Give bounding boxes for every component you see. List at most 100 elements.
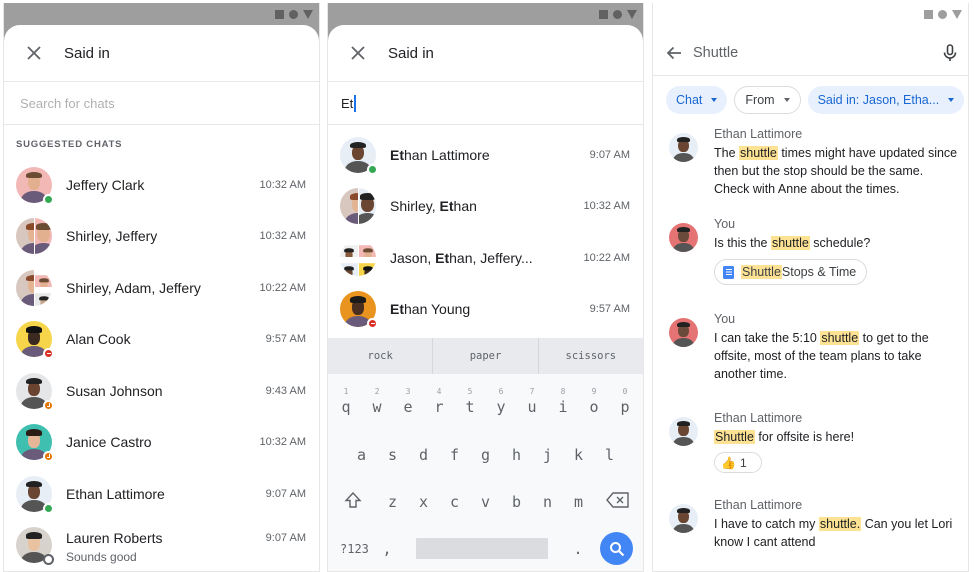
key-d[interactable]: d — [408, 446, 439, 464]
key-y[interactable]: 6y — [486, 386, 517, 416]
suggestion-2[interactable]: scissors — [539, 338, 643, 374]
key-number-hint: 9 — [591, 387, 597, 396]
key-z[interactable]: z — [377, 493, 408, 511]
key-b[interactable]: b — [501, 493, 532, 511]
keyboard-row-4: ?123 , . — [328, 532, 643, 565]
home-icon — [938, 10, 947, 19]
key-v[interactable]: v — [470, 493, 501, 511]
search-query[interactable]: Shuttle — [693, 45, 932, 61]
avatar — [16, 166, 54, 205]
key-j[interactable]: j — [532, 446, 563, 464]
back-button[interactable] — [655, 33, 693, 73]
reaction-count: 1 — [739, 455, 747, 470]
search-results-panel: Shuttle Chat From Said in: Jason, Etha..… — [652, 3, 969, 572]
message-text: I have to catch my shuttle. Can you let … — [714, 515, 958, 551]
key-c[interactable]: c — [439, 493, 470, 511]
symbols-key[interactable]: ?123 — [340, 542, 376, 556]
key-s[interactable]: s — [377, 446, 408, 464]
backspace-icon — [606, 492, 629, 508]
chat-list-item[interactable]: Janice Castro 10:32 AM — [4, 417, 319, 469]
shift-key[interactable] — [333, 491, 373, 513]
chat-name-block: Jeffery Clark — [66, 177, 260, 193]
name-match: Et — [435, 249, 450, 266]
chat-search-row — [4, 82, 319, 125]
key-t[interactable]: 5t — [455, 386, 486, 416]
key-p[interactable]: 0p — [610, 386, 641, 416]
close-button[interactable] — [328, 25, 388, 82]
google-doc-icon — [723, 265, 734, 279]
chat-search-row[interactable]: Et — [328, 82, 643, 125]
key-e[interactable]: 3e — [393, 386, 424, 416]
status-bar — [328, 3, 643, 27]
chat-list-item[interactable]: Shirley, Adam, Jeffery 10:22 AM — [4, 262, 319, 314]
key-m[interactable]: m — [563, 493, 594, 511]
key-k[interactable]: k — [563, 446, 594, 464]
comma-key[interactable]: , — [376, 540, 398, 558]
key-number-hint: 1 — [343, 387, 349, 396]
key-q[interactable]: 1q — [331, 386, 362, 416]
keyboard-search-button[interactable] — [600, 532, 633, 565]
avatar — [16, 218, 52, 255]
suggestion-0[interactable]: rock — [328, 338, 434, 374]
sender-name: Ethan Lattimore — [714, 411, 803, 425]
chip-label: Said in: Jason, Etha... — [817, 93, 940, 107]
key-h[interactable]: h — [501, 446, 532, 464]
chat-time: 9:07 AM — [589, 148, 630, 161]
backspace-key[interactable] — [598, 491, 638, 513]
search-result-item[interactable]: Ethan Lattimore 9:07 AM — [328, 129, 643, 181]
search-result-item[interactable]: Shirley, Ethan 10:32 AM — [328, 181, 643, 233]
chip-from[interactable]: From — [734, 86, 801, 114]
key-n[interactable]: n — [532, 493, 563, 511]
key-l[interactable]: l — [594, 446, 625, 464]
key-number-hint: 5 — [467, 387, 473, 396]
chat-last-message: Sounds good — [66, 550, 137, 565]
chat-time: 10:32 AM — [259, 178, 306, 191]
keyboard-row-2: asdfghjkl — [328, 446, 643, 464]
chat-list-item[interactable]: Alan Cook 9:57 AM — [4, 314, 319, 366]
reaction-chip[interactable]: 👍 1 — [714, 452, 762, 473]
key-x[interactable]: x — [408, 493, 439, 511]
chat-list-item[interactable]: Susan Johnson 9:43 AM — [4, 365, 319, 417]
bottom-sheet: Said in Et Ethan Lattimore 9:07 AM Shirl… — [328, 25, 643, 571]
key-w[interactable]: 2w — [362, 386, 393, 416]
search-highlight: shuttle — [770, 236, 810, 250]
sheet-header: Said in — [4, 25, 319, 82]
chat-list-item[interactable]: Shirley, Jeffery 10:32 AM — [4, 211, 319, 263]
suggestion-1[interactable]: paper — [433, 338, 539, 374]
text-part: schedule? — [809, 236, 871, 250]
key-f[interactable]: f — [439, 446, 470, 464]
key-g[interactable]: g — [470, 446, 501, 464]
key-u[interactable]: 7u — [517, 386, 548, 416]
chat-time: 9:43 AM — [265, 384, 306, 397]
key-r[interactable]: 4r — [424, 386, 455, 416]
chat-search-input[interactable] — [20, 95, 280, 111]
chip-chat[interactable]: Chat — [666, 86, 728, 114]
chat-name: Shirley, Adam, Jeffery — [66, 279, 201, 296]
search-result-item[interactable]: Ethan Young 9:57 AM — [328, 284, 643, 336]
attachment-title: Stops & Time — [781, 265, 857, 279]
chat-list-item[interactable]: Lauren Roberts Sounds good 9:07 AM — [4, 520, 319, 572]
period-key[interactable]: . — [566, 540, 590, 558]
key-a[interactable]: a — [346, 446, 377, 464]
voice-search-button[interactable] — [932, 33, 968, 73]
search-result-item[interactable]: Jason, Ethan, Jeffery... 10:22 AM — [328, 232, 643, 284]
key-number-hint: 4 — [436, 387, 442, 396]
name-prefix: Jason, — [390, 249, 436, 266]
chat-list-item[interactable]: Jeffery Clark 10:32 AM — [4, 159, 319, 211]
chip-said-in[interactable]: Said in: Jason, Etha... — [807, 86, 965, 114]
chat-list-item[interactable]: Ethan Lattimore 9:07 AM — [4, 468, 319, 520]
presence-offline-icon — [43, 554, 54, 566]
key-o[interactable]: 9o — [579, 386, 610, 416]
key-i[interactable]: 8i — [548, 386, 579, 416]
space-key[interactable] — [416, 538, 548, 559]
chip-label: Chat — [676, 93, 703, 107]
sender-avatar — [669, 223, 698, 252]
suggested-chats-list: Jeffery Clark 10:32 AM Shirley, Jeffery … — [4, 159, 319, 571]
chat-search-input[interactable]: Et — [341, 94, 356, 112]
message-body: Ethan Lattimore Shuttle for offsite is h… — [714, 411, 958, 473]
attachment-chip[interactable]: Shuttle Stops & Time — [714, 259, 868, 285]
thumbs-up-icon: 👍 — [721, 455, 736, 470]
text-part: I have to catch my — [714, 517, 819, 531]
back-triangle-icon — [303, 10, 313, 19]
close-button[interactable] — [4, 25, 64, 82]
